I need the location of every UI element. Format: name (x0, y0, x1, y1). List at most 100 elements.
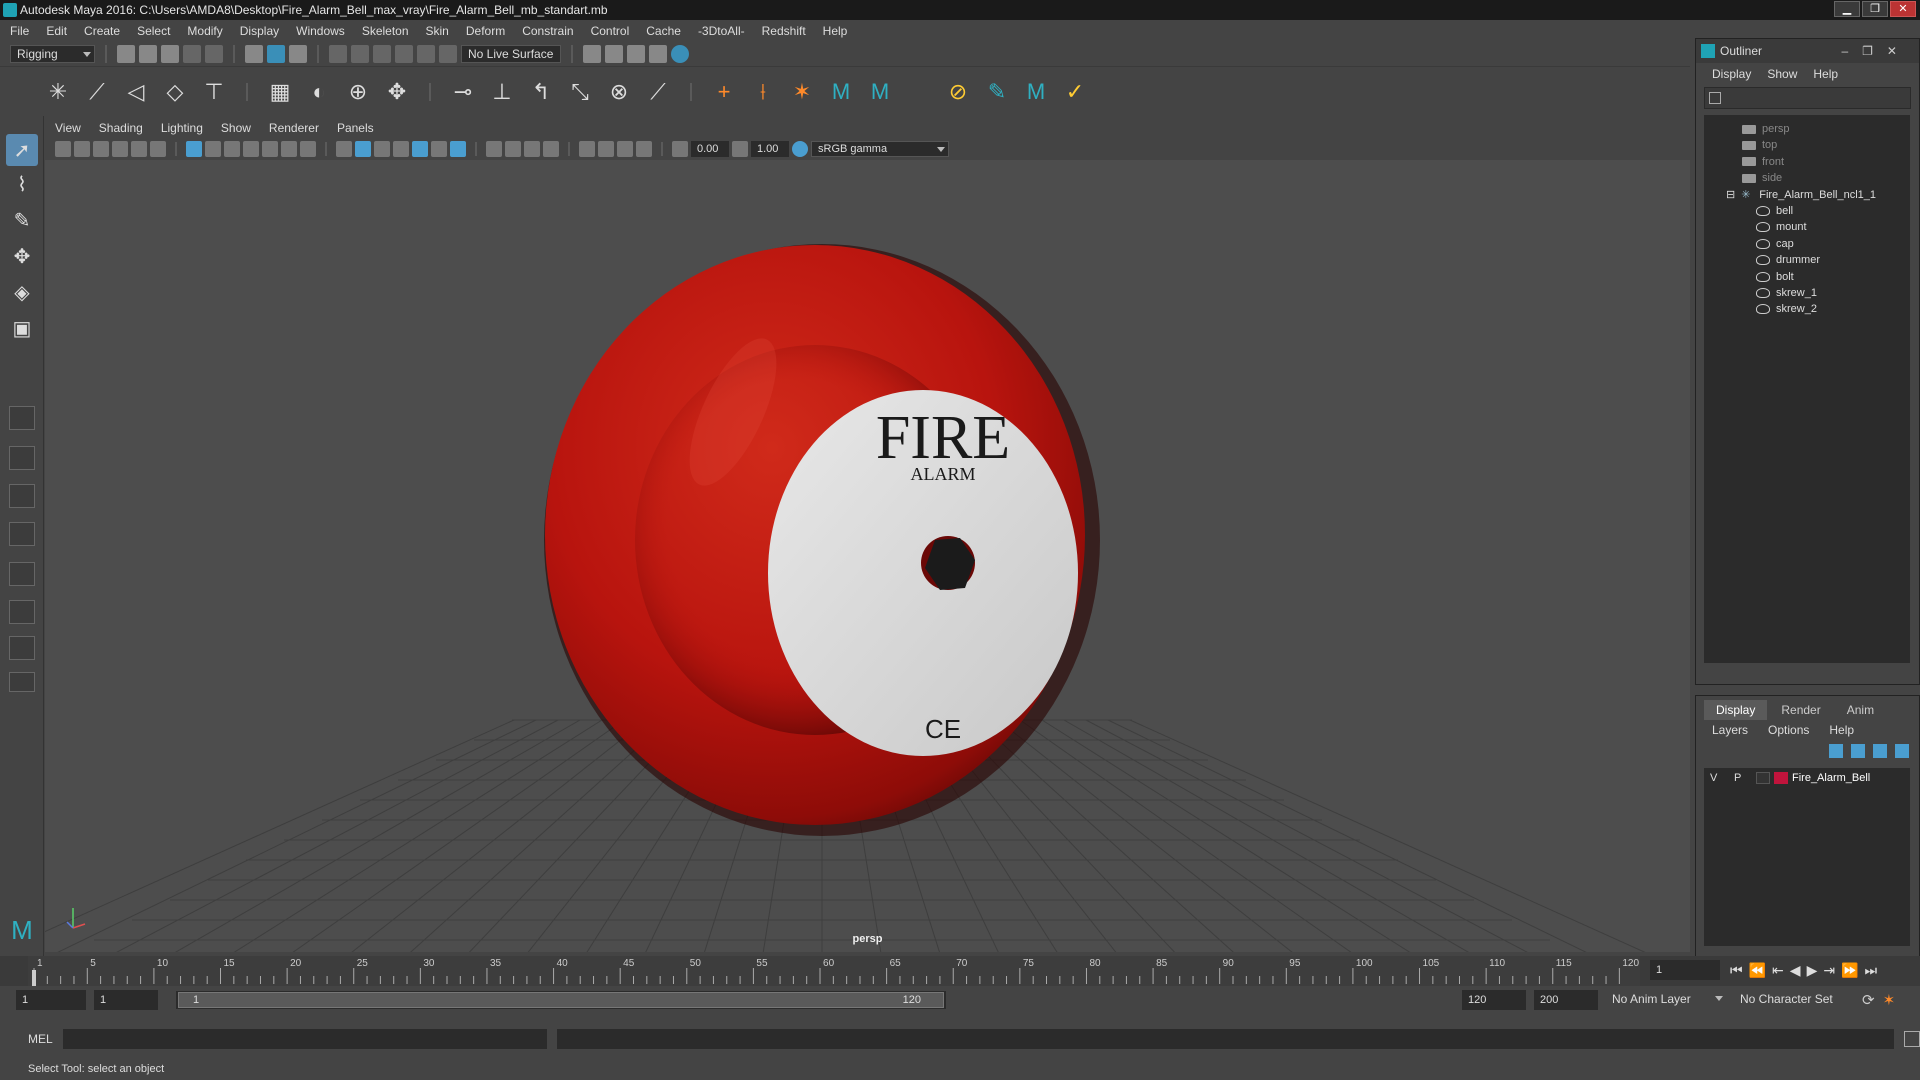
film-gate-icon[interactable] (205, 141, 221, 157)
four-view-layout-icon[interactable] (9, 446, 35, 470)
custom-layout-icon[interactable] (9, 672, 35, 692)
menu-display[interactable]: Display (240, 24, 279, 38)
tab-display[interactable]: Display (1704, 700, 1768, 720)
outliner-window-controls[interactable]: –❐✕ (1842, 39, 1912, 63)
redshift-m-icon[interactable]: M (828, 79, 854, 105)
panel-menu-view[interactable]: View (55, 121, 81, 135)
blend-shape-icon[interactable]: ✥ (384, 79, 410, 105)
outliner-persp-layout-icon[interactable] (9, 562, 35, 586)
smooth-shade-icon[interactable] (355, 141, 371, 157)
step-back-key-icon[interactable]: ⇤ (1772, 962, 1784, 979)
open-scene-icon[interactable] (139, 45, 157, 63)
view-transform-dropdown[interactable]: sRGB gamma (811, 141, 949, 157)
render-view-icon[interactable] (649, 45, 667, 63)
menu-edit[interactable]: Edit (46, 24, 67, 38)
command-input[interactable] (62, 1029, 547, 1049)
ik-spline-icon[interactable]: ◁ (123, 79, 149, 105)
refresh-icon[interactable] (1709, 92, 1721, 104)
minimize-button[interactable]: ▁ (1834, 1, 1860, 17)
menu-3dtoall[interactable]: -3DtoAll- (698, 24, 745, 38)
go-to-end-icon[interactable]: ⏭ (1865, 962, 1878, 979)
preferences-icon[interactable]: ✶ (1883, 991, 1896, 1009)
anim-layer-dropdown[interactable]: No Anim Layer (1606, 990, 1726, 1010)
live-surface-field[interactable]: No Live Surface (461, 45, 561, 63)
menu-cache[interactable]: Cache (646, 24, 681, 38)
select-component-icon[interactable] (289, 45, 307, 63)
play-backward-icon[interactable]: ◀ (1790, 962, 1801, 979)
maya-m-icon[interactable]: M (1023, 79, 1049, 105)
script-editor-icon[interactable] (1904, 1031, 1920, 1047)
aim-constraint-icon[interactable]: ⊥ (489, 79, 515, 105)
xray-joints-icon[interactable] (617, 141, 633, 157)
gamma-field[interactable]: 1.00 (751, 141, 789, 157)
step-back-icon[interactable]: ⏪ (1749, 962, 1766, 979)
field-chart-icon[interactable] (262, 141, 278, 157)
collapse-icon[interactable]: ⊟ (1726, 189, 1735, 201)
panel-menu-shading[interactable]: Shading (99, 121, 143, 135)
layer-display-type[interactable] (1756, 772, 1770, 784)
select-camera-icon[interactable] (55, 141, 71, 157)
safe-title-icon[interactable] (300, 141, 316, 157)
layer-row[interactable]: V P Fire_Alarm_Bell (1704, 768, 1910, 788)
menu-skin[interactable]: Skin (426, 24, 449, 38)
end-time-field[interactable]: 200 (1534, 990, 1598, 1010)
anim-start-field[interactable]: 1 (94, 990, 158, 1010)
auto-key-icon[interactable]: ⟳ (1862, 991, 1875, 1009)
resolution-gate-icon[interactable] (224, 141, 240, 157)
blank-shelf-icon[interactable] (906, 79, 932, 105)
perspective-viewport[interactable]: FIRE ALARM CE persp (45, 160, 1690, 952)
parent-constraint-icon[interactable]: ⊗ (606, 79, 632, 105)
gate-mask-icon[interactable] (243, 141, 259, 157)
menu-file[interactable]: File (10, 24, 29, 38)
layer-visibility-toggle[interactable]: V (1710, 768, 1717, 788)
time-slider[interactable]: 1 5 10 15 20 25 30 35 40 45 50 55 60 65 70 75 80 85 90 95 10… (0, 956, 1920, 986)
point-constraint-icon[interactable]: ⊸ (450, 79, 476, 105)
image-plane-icon[interactable] (112, 141, 128, 157)
tab-render[interactable]: Render (1769, 700, 1832, 720)
2d-pan-zoom-icon[interactable] (131, 141, 147, 157)
snap-curve-icon[interactable] (351, 45, 369, 63)
time-ticks[interactable]: 1 5 10 15 20 25 30 35 40 45 50 55 60 65 70 75 80 85 90 95 10… (28, 956, 1640, 986)
layer-menu-options[interactable]: Options (1768, 723, 1809, 737)
default-material-icon[interactable] (374, 141, 390, 157)
menu-redshift[interactable]: Redshift (762, 24, 806, 38)
set-key-icon[interactable]: ⟊ (750, 79, 776, 105)
go-to-start-icon[interactable]: ⏮ (1730, 962, 1743, 979)
panel-menu-lighting[interactable]: Lighting (161, 121, 203, 135)
panel-menu-renderer[interactable]: Renderer (269, 121, 319, 135)
menu-select[interactable]: Select (137, 24, 170, 38)
render-current-icon[interactable] (605, 45, 623, 63)
step-forward-key-icon[interactable]: ⇥ (1823, 962, 1835, 979)
outliner-menu-show[interactable]: Show (1767, 67, 1797, 81)
move-layer-down-icon[interactable] (1851, 744, 1865, 758)
snap-grid-icon[interactable] (329, 45, 347, 63)
motion-blur-icon[interactable] (505, 141, 521, 157)
anim-end-field[interactable]: 120 (1462, 990, 1526, 1010)
redshift-ipr-icon[interactable]: M (867, 79, 893, 105)
joint-tool-icon[interactable]: ✳ (45, 79, 71, 105)
two-stacked-layout-icon[interactable] (9, 522, 35, 546)
graph-persp-layout-icon[interactable] (9, 600, 35, 624)
menu-set-dropdown[interactable]: Rigging (10, 45, 95, 63)
menu-windows[interactable]: Windows (296, 24, 345, 38)
new-scene-icon[interactable] (117, 45, 135, 63)
panel-menu-show[interactable]: Show (221, 121, 251, 135)
range-slider[interactable]: 1 120 (176, 991, 946, 1009)
outliner-menu-display[interactable]: Display (1712, 67, 1751, 81)
outliner-item-fire-alarm-bell-ncl1-1[interactable]: ⊟ ✳ Fire_Alarm_Bell_ncl1_1 (1726, 185, 1876, 205)
paint-weights-icon[interactable]: ⊤ (201, 79, 227, 105)
scale-constraint-icon[interactable]: ⤡ (567, 79, 593, 105)
grid-icon[interactable] (186, 141, 202, 157)
orient-constraint-icon[interactable]: ↰ (528, 79, 554, 105)
textured-icon[interactable] (412, 141, 428, 157)
current-frame-field[interactable]: 1 (1650, 960, 1720, 980)
menu-help[interactable]: Help (823, 24, 848, 38)
command-language-label[interactable]: MEL (28, 1032, 53, 1046)
snap-point-icon[interactable] (373, 45, 391, 63)
key-selected-icon[interactable]: ✶ (789, 79, 815, 105)
snap-view-icon[interactable] (395, 45, 413, 63)
ambient-occlusion-icon[interactable] (486, 141, 502, 157)
outliner-menu-help[interactable]: Help (1813, 67, 1838, 81)
exposure-field[interactable]: 0.00 (691, 141, 729, 157)
undo-icon[interactable] (183, 45, 201, 63)
